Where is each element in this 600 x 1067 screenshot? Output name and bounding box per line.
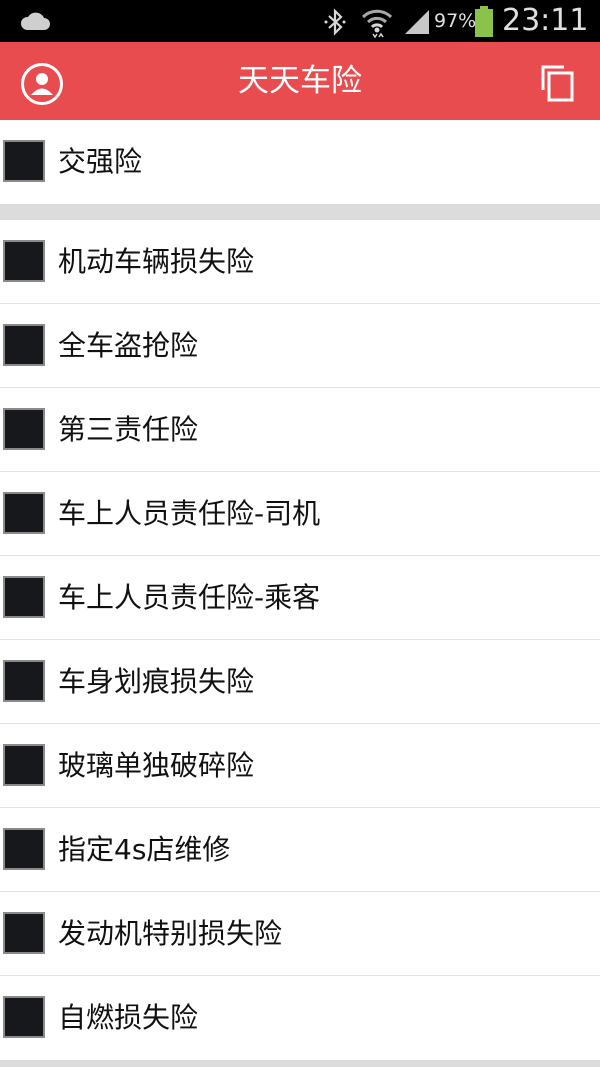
insurance-item[interactable]: 第三责任险 <box>0 388 600 472</box>
section-divider <box>0 1060 600 1067</box>
insurance-item[interactable]: 车身划痕损失险 <box>0 640 600 724</box>
checkbox[interactable] <box>3 744 45 786</box>
checkbox[interactable] <box>3 912 45 954</box>
checkbox[interactable] <box>3 492 45 534</box>
insurance-item[interactable]: 车上人员责任险-乘客 <box>0 556 600 640</box>
section-divider <box>0 204 600 220</box>
checkbox[interactable] <box>3 660 45 702</box>
insurance-item[interactable]: 交强险 <box>0 120 600 204</box>
insurance-item[interactable]: 车上人员责任险-司机 <box>0 472 600 556</box>
checkbox[interactable] <box>3 828 45 870</box>
insurance-item-label: 第三责任险 <box>58 413 199 446</box>
insurance-item-label: 交强险 <box>58 145 143 178</box>
checkbox[interactable] <box>3 408 45 450</box>
insurance-item-label: 发动机特别损失险 <box>58 917 283 950</box>
insurance-item[interactable]: 发动机特别损失险 <box>0 892 600 976</box>
insurance-item-label: 车上人员责任险-乘客 <box>58 581 321 614</box>
insurance-item[interactable]: 机动车辆损失险 <box>0 220 600 304</box>
insurance-item[interactable]: 指定4s店维修 <box>0 808 600 892</box>
status-bar: 97% 23:11 <box>0 0 600 42</box>
clock: 23:11 <box>502 3 589 38</box>
wifi-icon <box>360 6 394 42</box>
cloud-icon <box>20 11 50 35</box>
insurance-item[interactable]: 玻璃单独破碎险 <box>0 724 600 808</box>
insurance-item-label: 指定4s店维修 <box>58 833 231 866</box>
copy-icon[interactable] <box>538 62 578 102</box>
battery-icon <box>474 6 494 42</box>
checkbox[interactable] <box>3 324 45 366</box>
checkbox[interactable] <box>3 576 45 618</box>
checkbox[interactable] <box>3 996 45 1038</box>
insurance-item-label: 全车盗抢险 <box>58 329 199 362</box>
battery-percent: 97% <box>434 10 477 32</box>
insurance-item-label: 车上人员责任险-司机 <box>58 497 321 530</box>
bluetooth-icon <box>322 8 348 40</box>
page-title: 天天车险 <box>238 63 362 99</box>
signal-icon <box>403 7 431 39</box>
app-bar: 天天车险 <box>0 42 600 120</box>
checkbox[interactable] <box>3 140 45 182</box>
insurance-item-label: 玻璃单独破碎险 <box>58 749 255 782</box>
insurance-item[interactable]: 自燃损失险 <box>0 976 600 1060</box>
checkbox[interactable] <box>3 240 45 282</box>
insurance-item[interactable]: 全车盗抢险 <box>0 304 600 388</box>
insurance-item-label: 机动车辆损失险 <box>58 245 255 278</box>
insurance-item-label: 车身划痕损失险 <box>58 665 255 698</box>
insurance-item-label: 自燃损失险 <box>58 1001 199 1034</box>
